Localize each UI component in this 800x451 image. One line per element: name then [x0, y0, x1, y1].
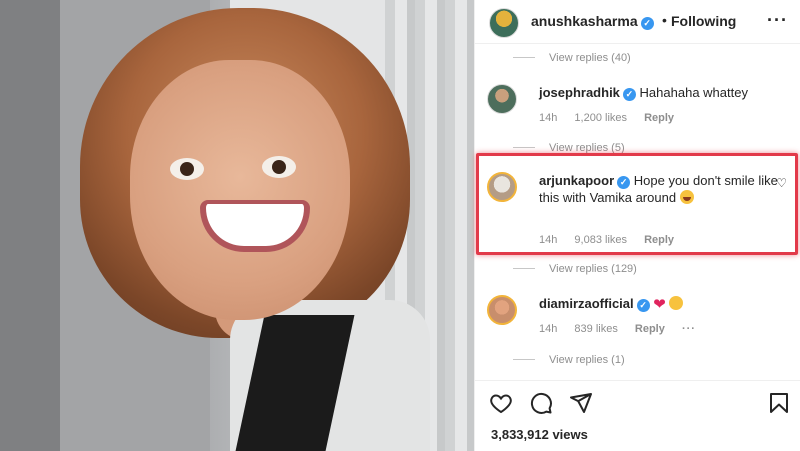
view-replies-link[interactable]: View replies (129) [549, 263, 637, 275]
comment-meta: 14h 1,200 likes Reply [539, 112, 688, 124]
reply-button[interactable]: Reply [635, 323, 665, 335]
person-eye-left [170, 158, 204, 180]
commenter-avatar[interactable] [487, 84, 517, 114]
comment-body: Hahahaha whattey [639, 85, 748, 100]
commenter-username[interactable]: diamirzaofficial ✓ [539, 296, 650, 312]
action-bar [475, 380, 800, 424]
comment-time[interactable]: 14h [539, 112, 557, 124]
comment-text: josephradhik ✓ Hahahaha whattey [539, 84, 779, 101]
post-video[interactable] [0, 0, 474, 451]
comment-meta: 14h 839 likes Reply ··· [539, 323, 710, 335]
view-replies-link[interactable]: View replies (40) [549, 52, 631, 64]
author-avatar[interactable] [489, 8, 519, 38]
reply-button[interactable]: Reply [644, 112, 674, 124]
comment-options-icon[interactable]: ··· [682, 323, 696, 335]
person-face [130, 60, 350, 320]
comment-highlight-box [476, 153, 798, 255]
author-username-text[interactable]: anushkasharma [531, 13, 638, 29]
following-button[interactable]: Following [671, 13, 736, 29]
comment-likes[interactable]: 839 likes [574, 323, 617, 335]
author-username[interactable]: anushkasharma ✓ [531, 13, 654, 30]
ellipsis-icon[interactable]: ··· [767, 10, 788, 31]
comment-text: diamirzaofficial ✓ ❤ [539, 295, 779, 313]
person-eye-right [262, 156, 296, 178]
commenter-username-text[interactable]: josephradhik [539, 85, 620, 100]
commenter-username[interactable]: josephradhik ✓ [539, 85, 636, 101]
view-replies-link[interactable]: View replies (1) [549, 354, 625, 366]
bookmark-icon[interactable] [767, 391, 791, 415]
background-wall [0, 0, 60, 451]
view-count[interactable]: 3,833,912 views [491, 427, 588, 442]
smiling-emoji-icon [669, 296, 684, 310]
heart-icon[interactable] [489, 391, 513, 415]
follow-separator: • [662, 12, 667, 28]
red-heart-icon: ❤ [653, 296, 666, 313]
verified-badge-icon: ✓ [640, 17, 654, 30]
verified-badge-icon: ✓ [622, 88, 636, 101]
verified-badge-icon: ✓ [636, 299, 650, 312]
commenter-avatar[interactable] [487, 295, 517, 325]
post-header: anushkasharma ✓ • Following ··· [475, 0, 800, 44]
share-icon[interactable] [569, 391, 593, 415]
comment-icon[interactable] [529, 391, 553, 415]
comment-likes[interactable]: 1,200 likes [574, 112, 627, 124]
commenter-username-text[interactable]: diamirzaofficial [539, 296, 634, 311]
comment-time[interactable]: 14h [539, 323, 557, 335]
